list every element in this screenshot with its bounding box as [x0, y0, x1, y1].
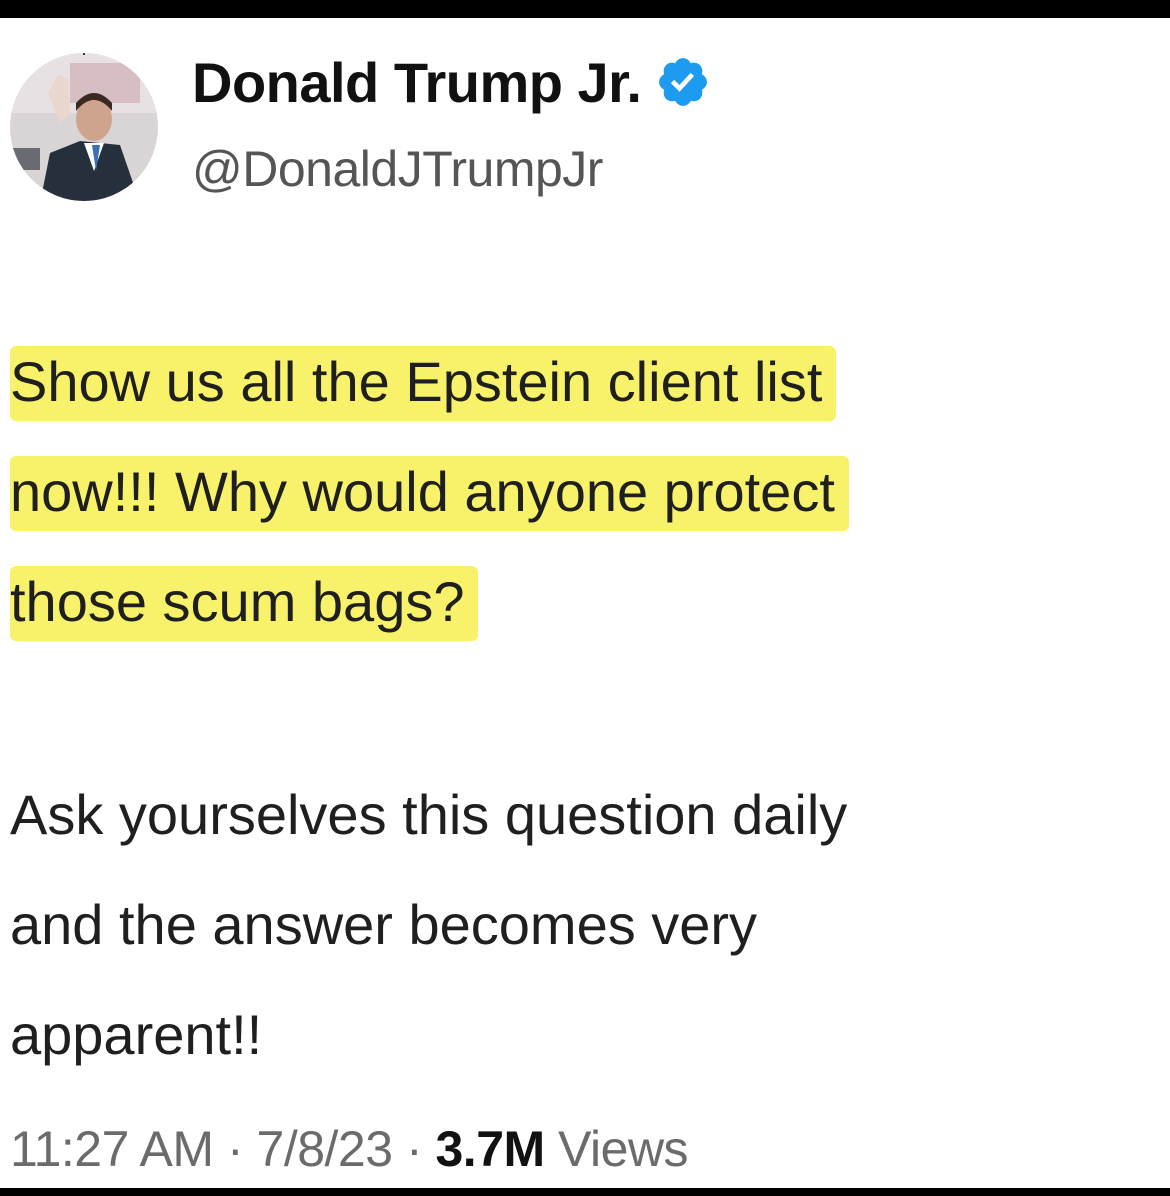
tweet-text-body: Ask yourselves this question daily and t… — [10, 760, 1160, 1090]
tweet-date[interactable]: 7/8/23 — [257, 1121, 394, 1177]
tweet-line: those scum bags? — [10, 547, 1160, 657]
meta-separator: · — [226, 1121, 244, 1177]
highlighted-text: now!!! Why would anyone protect — [10, 456, 849, 531]
tweet-text-highlighted: Show us all the Epstein client list now!… — [10, 327, 1160, 657]
bottom-border — [0, 1188, 1170, 1196]
avatar[interactable] — [10, 53, 158, 201]
avatar-photo — [10, 53, 158, 201]
meta-separator: · — [405, 1121, 423, 1177]
views-label: Views — [558, 1121, 689, 1177]
tweet-header: Donald Trump Jr. @DonaldJTrumpJr — [10, 48, 1160, 201]
display-name[interactable]: Donald Trump Jr. — [192, 50, 642, 115]
tweet-meta: 11:27 AM · 7/8/23 · 3.7M Views — [10, 1120, 689, 1178]
tweet-line: apparent!! — [10, 1003, 263, 1066]
highlighted-text: those scum bags? — [10, 566, 479, 641]
highlighted-text: Show us all the Epstein client list — [10, 346, 837, 421]
tweet-time[interactable]: 11:27 AM — [10, 1121, 214, 1177]
tweet-line: and the answer becomes very — [10, 893, 758, 956]
user-handle[interactable]: @DonaldJTrumpJr — [192, 140, 603, 198]
verified-badge-icon — [655, 54, 711, 110]
tweet-line: Ask yourselves this question daily — [10, 783, 848, 846]
name-row: Donald Trump Jr. — [192, 48, 711, 116]
top-border — [0, 0, 1170, 18]
tweet-line: now!!! Why would anyone protect — [10, 437, 1160, 547]
views-count[interactable]: 3.7M — [436, 1121, 546, 1177]
tweet-line: Show us all the Epstein client list — [10, 327, 1160, 437]
